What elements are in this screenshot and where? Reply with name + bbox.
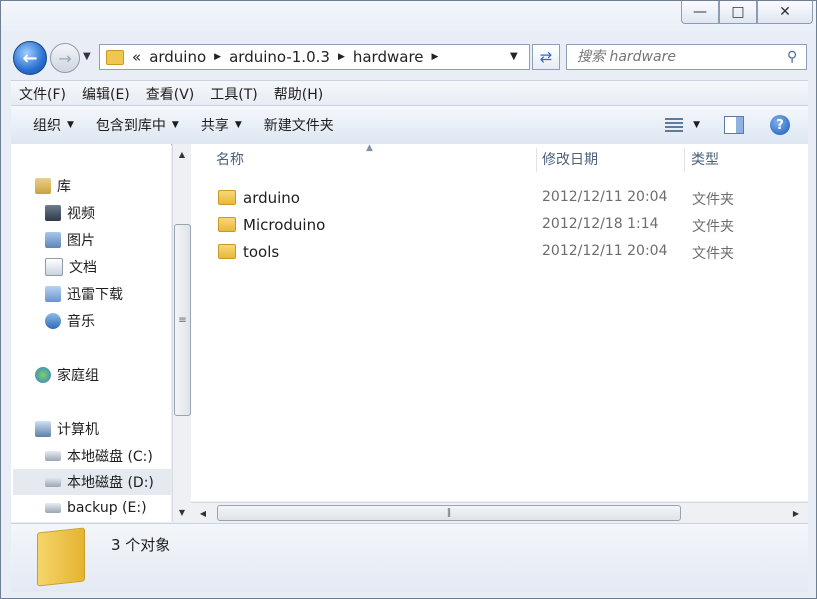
back-button[interactable]: ← [13, 41, 47, 75]
drive-icon [45, 503, 61, 513]
address-dropdown[interactable]: ▼ [510, 51, 518, 62]
computer-icon [35, 421, 51, 437]
menu-help[interactable]: 帮助(H) [266, 84, 331, 104]
video-icon [45, 205, 61, 221]
forward-button[interactable]: → [50, 43, 80, 73]
file-row[interactable]: arduino 2012/12/11 20:04 文件夹 [191, 185, 808, 212]
sidebar-item-computer[interactable]: 计算机 [35, 419, 99, 439]
file-row[interactable]: tools 2012/12/11 20:04 文件夹 [191, 239, 808, 266]
window-controls: — □ ✕ [681, 1, 813, 24]
sort-ascending-icon: ▲ [366, 143, 373, 153]
menu-edit[interactable]: 编辑(E) [74, 84, 138, 104]
search-icon[interactable]: ⚲ [787, 49, 805, 65]
breadcrumb-item[interactable]: arduino ▶ [149, 48, 221, 66]
scroll-up-icon[interactable]: ▲ [173, 146, 191, 162]
scroll-down-icon[interactable]: ▼ [173, 504, 191, 520]
drive-icon [45, 451, 61, 461]
file-row[interactable]: Microduino 2012/12/18 1:14 文件夹 [191, 212, 808, 239]
sidebar-item-libraries[interactable]: 库 [35, 176, 71, 196]
chevron-right-icon[interactable]: ▶ [338, 52, 345, 62]
folder-large-icon [37, 527, 85, 587]
navigation-pane: 库 视频 图片 文档 迅雷下载 音乐 家庭组 计算机 本地磁盘 (C:) 本地磁… [11, 144, 171, 522]
sidebar-item-drive-d[interactable]: 本地磁盘 (D:) [13, 469, 171, 495]
title-bar: — □ ✕ [1, 1, 816, 35]
column-divider[interactable] [684, 148, 685, 172]
drive-icon [45, 477, 61, 487]
scroll-thumb[interactable]: ‖ [217, 505, 681, 521]
download-icon [45, 286, 61, 302]
chevron-right-icon[interactable]: ▶ [432, 52, 439, 62]
folder-icon [218, 217, 236, 232]
search-box[interactable]: ⚲ [566, 44, 807, 70]
scroll-right-icon[interactable]: ▶ [788, 505, 804, 521]
column-divider[interactable] [536, 148, 537, 172]
chevron-down-icon[interactable]: ▼ [693, 120, 700, 130]
maximize-icon: □ [731, 4, 745, 20]
sidebar-item-music[interactable]: 音乐 [45, 311, 95, 331]
homegroup-icon [35, 367, 51, 383]
folder-icon [106, 49, 124, 65]
document-icon [45, 258, 63, 276]
help-icon[interactable]: ? [770, 115, 790, 135]
new-folder-button[interactable]: 新建文件夹 [264, 115, 334, 135]
scroll-thumb[interactable]: ≡ [174, 224, 191, 416]
chevron-down-icon: ▼ [83, 51, 91, 62]
picture-icon [45, 232, 61, 248]
file-list-hscrollbar[interactable]: ◀ ‖ ▶ [191, 502, 808, 523]
breadcrumb-prefix[interactable]: « [132, 48, 141, 66]
chevron-down-icon: ▼ [510, 51, 518, 62]
menu-tools[interactable]: 工具(T) [202, 84, 265, 104]
scroll-left-icon[interactable]: ◀ [195, 505, 211, 521]
sidebar-item-pictures[interactable]: 图片 [45, 230, 95, 250]
preview-pane-icon[interactable] [724, 116, 744, 134]
menu-view[interactable]: 查看(V) [138, 84, 203, 104]
navigation-scrollbar[interactable]: ▲ ≡ ▼ [172, 144, 191, 522]
forward-arrow-icon: → [58, 48, 72, 68]
view-controls: ▼ ? [665, 106, 808, 144]
close-icon: ✕ [779, 4, 791, 20]
music-icon [45, 313, 61, 329]
menu-file[interactable]: 文件(F) [11, 84, 74, 104]
folder-icon [218, 190, 236, 205]
close-button[interactable]: ✕ [757, 1, 813, 24]
minimize-button[interactable]: — [681, 1, 719, 24]
explorer-window: — □ ✕ ← → ▼ « arduino ▶ arduino-1.0.3 ▶ ha… [0, 0, 817, 599]
library-icon [35, 178, 51, 194]
sidebar-item-documents[interactable]: 文档 [45, 257, 97, 277]
sidebar-item-thunder-downloads[interactable]: 迅雷下载 [45, 284, 123, 304]
file-list: ▲ 名称 修改日期 类型 arduino 2012/12/11 20:04 文件… [191, 143, 808, 501]
address-bar[interactable]: « arduino ▶ arduino-1.0.3 ▶ hardware ▶ [99, 44, 530, 70]
view-options-icon[interactable] [665, 118, 684, 132]
sidebar-item-drive-e[interactable]: backup (E:) [45, 500, 147, 516]
details-pane: 3 个对象 [11, 523, 808, 592]
menu-bar: 文件(F) 编辑(E) 查看(V) 工具(T) 帮助(H) [11, 80, 808, 106]
chevron-right-icon[interactable]: ▶ [214, 52, 221, 62]
back-arrow-icon: ← [22, 47, 38, 69]
refresh-icon: ⇄ [539, 48, 553, 66]
breadcrumb-item[interactable]: hardware ▶ [353, 48, 439, 66]
folder-icon [218, 244, 236, 259]
column-header-modified[interactable]: 修改日期 [542, 144, 598, 174]
sidebar-item-videos[interactable]: 视频 [45, 203, 95, 223]
recent-pages-dropdown[interactable]: ▼ [83, 51, 91, 62]
column-header-name[interactable]: 名称 [216, 144, 244, 174]
maximize-button[interactable]: □ [719, 1, 757, 24]
breadcrumb-item[interactable]: arduino-1.0.3 ▶ [229, 48, 345, 66]
refresh-button[interactable]: ⇄ [532, 44, 560, 70]
item-count: 3 个对象 [111, 536, 171, 554]
organize-button[interactable]: 组织 ▼ [33, 115, 74, 135]
minimize-icon: — [693, 4, 707, 20]
column-header-type[interactable]: 类型 [691, 144, 719, 174]
chevron-down-icon: ▼ [234, 120, 242, 130]
sidebar-item-homegroup[interactable]: 家庭组 [35, 365, 99, 385]
search-input[interactable] [575, 48, 787, 66]
chevron-down-icon: ▼ [171, 120, 179, 130]
include-in-library-button[interactable]: 包含到库中 ▼ [96, 115, 179, 135]
chevron-down-icon: ▼ [67, 120, 74, 130]
sidebar-item-drive-c[interactable]: 本地磁盘 (C:) [45, 446, 153, 466]
command-bar: 组织 ▼ 包含到库中 ▼ 共享 ▼ 新建文件夹 ▼ ? [11, 105, 808, 145]
share-button[interactable]: 共享 ▼ [201, 115, 242, 135]
